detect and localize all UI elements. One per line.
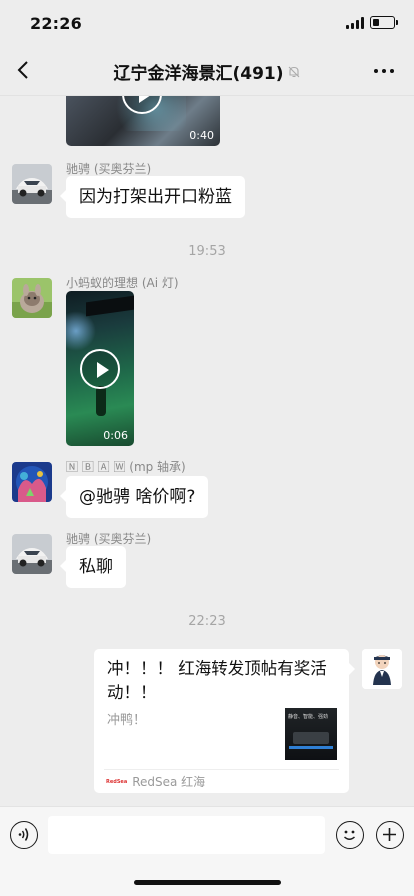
more-options-button[interactable] bbox=[374, 62, 398, 80]
group-name: 辽宁金洋海景汇(491) bbox=[113, 64, 284, 84]
cellular-signal-icon bbox=[346, 17, 364, 29]
chat-message-list[interactable]: 0:40 驰骋 (买奥芬兰) 因为打架出开口粉蓝 19:53 小蚂蚁的理想 (A… bbox=[0, 96, 414, 806]
sender-name: 小蚂蚁的理想 (Ai 灯) bbox=[66, 276, 179, 290]
timestamp: 19:53 bbox=[188, 244, 226, 259]
home-indicator[interactable] bbox=[134, 880, 281, 885]
play-icon[interactable] bbox=[80, 349, 120, 389]
timestamp: 22:23 bbox=[188, 614, 226, 629]
status-time: 22:26 bbox=[30, 14, 82, 33]
link-card-source-name: RedSea 红海 bbox=[132, 775, 206, 789]
video-message[interactable]: 0:40 bbox=[66, 96, 220, 146]
link-card-description: 冲鸭！ bbox=[107, 713, 147, 728]
redsea-logo-icon: RedSea bbox=[106, 778, 128, 785]
smiley-icon bbox=[343, 830, 356, 840]
avatar[interactable] bbox=[12, 278, 52, 318]
chevron-left-icon bbox=[17, 61, 28, 79]
link-card-thumbnail: 静音、智能、强劲 bbox=[285, 708, 337, 760]
video-duration: 0:06 bbox=[103, 429, 128, 442]
text-message-bubble[interactable]: @驰骋 啥价啊? bbox=[59, 476, 209, 518]
battery-cap bbox=[396, 20, 398, 25]
link-card-divider bbox=[104, 769, 339, 770]
avatar[interactable] bbox=[12, 164, 52, 204]
link-card-title: 冲！！！ 红海转发顶帖有奖活动！！ bbox=[107, 659, 327, 702]
video-message[interactable]: 0:06 bbox=[66, 291, 134, 446]
voice-icon bbox=[18, 828, 29, 841]
battery-icon bbox=[370, 16, 395, 29]
link-card-source: RedSea RedSea 红海 bbox=[106, 773, 205, 790]
chat-title: 辽宁金洋海景汇(491) bbox=[60, 59, 354, 84]
emoji-button[interactable] bbox=[336, 821, 364, 849]
link-card-message[interactable]: 冲！！！ 红海转发顶帖有奖活动！！ 冲鸭！ 静音、智能、强劲 RedSea Re… bbox=[94, 649, 355, 793]
status-bar: 22:26 bbox=[0, 0, 414, 46]
battery-level bbox=[372, 18, 379, 26]
text-message-bubble[interactable]: 因为打架出开口粉蓝 bbox=[60, 176, 245, 218]
thumbnail-caption: 静音、智能、强劲 bbox=[288, 714, 329, 720]
sender-name: 驰骋 (买奥芬兰) bbox=[66, 532, 152, 546]
back-button[interactable] bbox=[8, 55, 38, 85]
mute-bell-icon bbox=[288, 66, 299, 78]
sender-name: 🄽 🄱 🄰 🅆 (mp 轴承) bbox=[66, 460, 186, 474]
video-duration: 0:40 bbox=[189, 129, 214, 142]
chat-header: 辽宁金洋海景汇(491) bbox=[0, 46, 414, 96]
avatar[interactable] bbox=[12, 534, 52, 574]
more-functions-button[interactable] bbox=[376, 821, 404, 849]
self-avatar[interactable] bbox=[362, 649, 402, 689]
avatar[interactable] bbox=[12, 462, 52, 502]
plus-icon bbox=[383, 828, 396, 841]
voice-input-button[interactable] bbox=[10, 821, 38, 849]
message-input[interactable] bbox=[48, 816, 325, 854]
sender-name: 驰骋 (买奥芬兰) bbox=[66, 162, 152, 176]
text-message-bubble[interactable]: 私聊 bbox=[60, 546, 126, 588]
